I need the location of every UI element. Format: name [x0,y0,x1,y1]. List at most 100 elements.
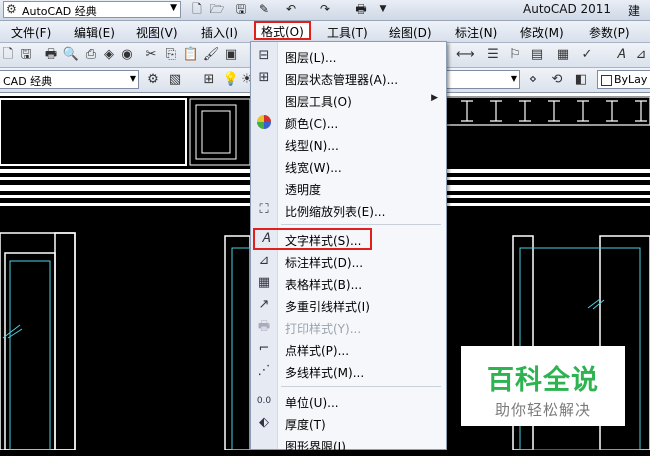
redo-icon[interactable]: ↷ [316,1,334,18]
menu-item-layer-tools[interactable]: 图层工具(O) ▶ [251,89,446,111]
block-editor-icon[interactable]: ▣ [222,46,240,64]
gear-icon[interactable]: ⚙ [144,71,162,89]
workspace-name: AutoCAD 经典 [22,5,97,18]
scale-list-icon: ⛶ [259,202,269,217]
menu-item-layer-state-manager[interactable]: ⊞ 图层状态管理器(A)... [251,67,446,89]
new-icon[interactable]: 🗋 [188,1,206,18]
make-current-layer-icon[interactable]: ⋄ [524,71,542,89]
menu-edit[interactable]: 编辑(E) [74,24,115,41]
text-style-icon[interactable]: 𝐴 [612,46,630,64]
menu-item-linetype[interactable]: 线型(N)... [251,133,446,155]
menu-item-label: 图层(L)... [285,51,337,65]
properties-icon[interactable]: ☰ [484,46,502,64]
menu-dimension[interactable]: 标注(N) [455,24,497,41]
workspace-settings-icon[interactable]: ▧ [166,71,184,89]
dim-style-icon[interactable]: ⊿ [632,46,650,64]
menu-item-table-style[interactable]: ▦ 表格样式(B)... [251,272,446,294]
menu-item-units[interactable]: 0.0 单位(U)... [251,390,446,412]
menu-parametric[interactable]: 参数(P) [589,24,630,41]
copy-icon[interactable]: ⎘ [162,46,180,64]
menu-item-drawing-limits[interactable]: 图形界限(I) [251,434,446,456]
menu-item-label: 单位(U)... [285,396,339,410]
chevron-down-icon: ▼ [129,74,136,83]
menu-tools[interactable]: 工具(T) [327,24,368,41]
workspace-switcher[interactable]: ⚙ AutoCAD 经典 ▼ [3,1,181,18]
mline-style-icon: ⋰ [257,363,271,378]
menu-view[interactable]: 视图(V) [136,24,178,41]
publish-icon[interactable]: ⎙ [82,46,100,64]
saveas-icon[interactable]: ✎ [255,1,273,18]
menu-item-layer[interactable]: ⊟ 图层(L)... [251,45,446,67]
gear-icon: ⚙ [6,2,17,16]
mleader-style-icon: ↗ [258,297,270,312]
save-icon[interactable]: 🖫 [17,46,35,64]
layer-isolate-icon[interactable]: ◧ [572,71,590,89]
3d-print-icon[interactable]: ◈ [100,46,118,64]
color-swatch [601,75,612,86]
menu-separator [281,386,441,387]
layer-previous-icon[interactable]: ⟲ [548,71,566,89]
menu-file[interactable]: 文件(F) [11,24,51,41]
layer-state-icon: ⊞ [258,70,270,85]
menu-item-label: 线型(N)... [285,139,339,153]
menu-bar: 文件(F) 编辑(E) 视图(V) 插入(I) 格式(O) 工具(T) 绘图(D… [0,21,650,43]
plot-style-icon: 🖶 [257,319,271,334]
open-icon[interactable]: 🗁 [208,1,226,18]
menu-format[interactable]: 格式(O) [254,21,311,40]
menu-insert[interactable]: 插入(I) [201,24,238,41]
menu-item-lineweight[interactable]: 线宽(W)... [251,155,446,177]
point-style-icon: ⌐ [258,341,270,356]
menu-modify[interactable]: 修改(M) [520,24,564,41]
preview-icon[interactable]: 🔍 [62,46,80,64]
menu-item-label: 图层状态管理器(A)... [285,73,399,87]
menu-item-label: 厚度(T) [285,418,326,432]
tool-palette-icon[interactable]: ▤ [528,46,546,64]
color-combo[interactable]: ByLay [597,70,650,89]
menu-item-color[interactable]: 颜色(C)... [251,111,446,133]
watermark-badge: 百科全说 助你轻松解决 [461,346,625,426]
calculator-icon[interactable]: ▦ [554,46,572,64]
menu-item-scale-list[interactable]: ⛶ 比例缩放列表(E)... [251,199,446,221]
workspace-combo[interactable]: CAD 经典 ▼ [0,70,139,89]
layer-manager-icon[interactable]: ⊞ [200,71,218,89]
text-style-icon: 𝐴 [261,231,271,246]
menu-item-dim-style[interactable]: ⊿ 标注样式(D)... [251,250,446,272]
app-title: AutoCAD 2011 [523,2,612,16]
menu-item-transparency[interactable]: 透明度 [251,177,446,199]
format-menu-dropdown: ⊟ 图层(L)... ⊞ 图层状态管理器(A)... 图层工具(O) ▶ 颜色(… [250,41,447,454]
layer-icon: ⊟ [258,48,270,63]
menu-item-text-style[interactable]: 𝐴 文字样式(S)... [253,228,372,250]
menu-item-point-style[interactable]: ⌐ 点样式(P)... [251,338,446,360]
cut-icon[interactable]: ✂ [142,46,160,64]
color-combo-value: ByLay [614,73,648,86]
undo-icon[interactable]: ↶ [282,1,300,18]
submenu-arrow-icon: ▶ [431,93,438,103]
design-center-icon[interactable]: ⚐ [506,46,524,64]
menu-item-label: 多重引线样式(I) [285,300,370,314]
plot-icon[interactable]: 🖶 [352,1,370,18]
menu-item-label: 比例缩放列表(E)... [285,205,386,219]
menu-item-mline-style[interactable]: ⋰ 多线样式(M)... [251,360,446,382]
markup-icon[interactable]: ✓ [578,46,596,64]
save-icon[interactable]: 🖫 [232,1,250,18]
match-properties-icon[interactable]: 🖌 [202,46,220,64]
chevron-down-icon: ▼ [510,74,517,83]
title-bar: ⚙ AutoCAD 经典 ▼ 🗋 🗁 🖫 ✎ ↶ ↷ 🖶 ▼ AutoCAD 2… [0,0,650,35]
menu-item-label: 点样式(P)... [285,344,350,358]
layer-combo[interactable]: ▼ [446,70,520,89]
customize-icon[interactable]: ▼ [374,1,392,18]
paste-icon[interactable]: 📋 [182,46,200,64]
dim-toolbar-icon[interactable]: ⟷ [456,46,475,64]
dim-style-icon: ⊿ [258,253,270,268]
table-style-icon: ▦ [257,275,271,290]
menu-draw[interactable]: 绘图(D) [389,24,432,41]
menu-item-label: 打印样式(Y)... [285,322,362,336]
plot-icon[interactable]: 🖶 [42,46,60,64]
new-icon[interactable]: 🗋 [0,46,17,64]
thickness-icon: ⬖ [259,415,269,430]
menu-item-mleader-style[interactable]: ↗ 多重引线样式(I) [251,294,446,316]
3d-dwf-icon[interactable]: ◉ [118,46,136,64]
menu-item-thickness[interactable]: ⬖ 厚度(T) [251,412,446,434]
workspace-combo-value: CAD 经典 [3,75,53,88]
menu-separator [281,224,441,225]
